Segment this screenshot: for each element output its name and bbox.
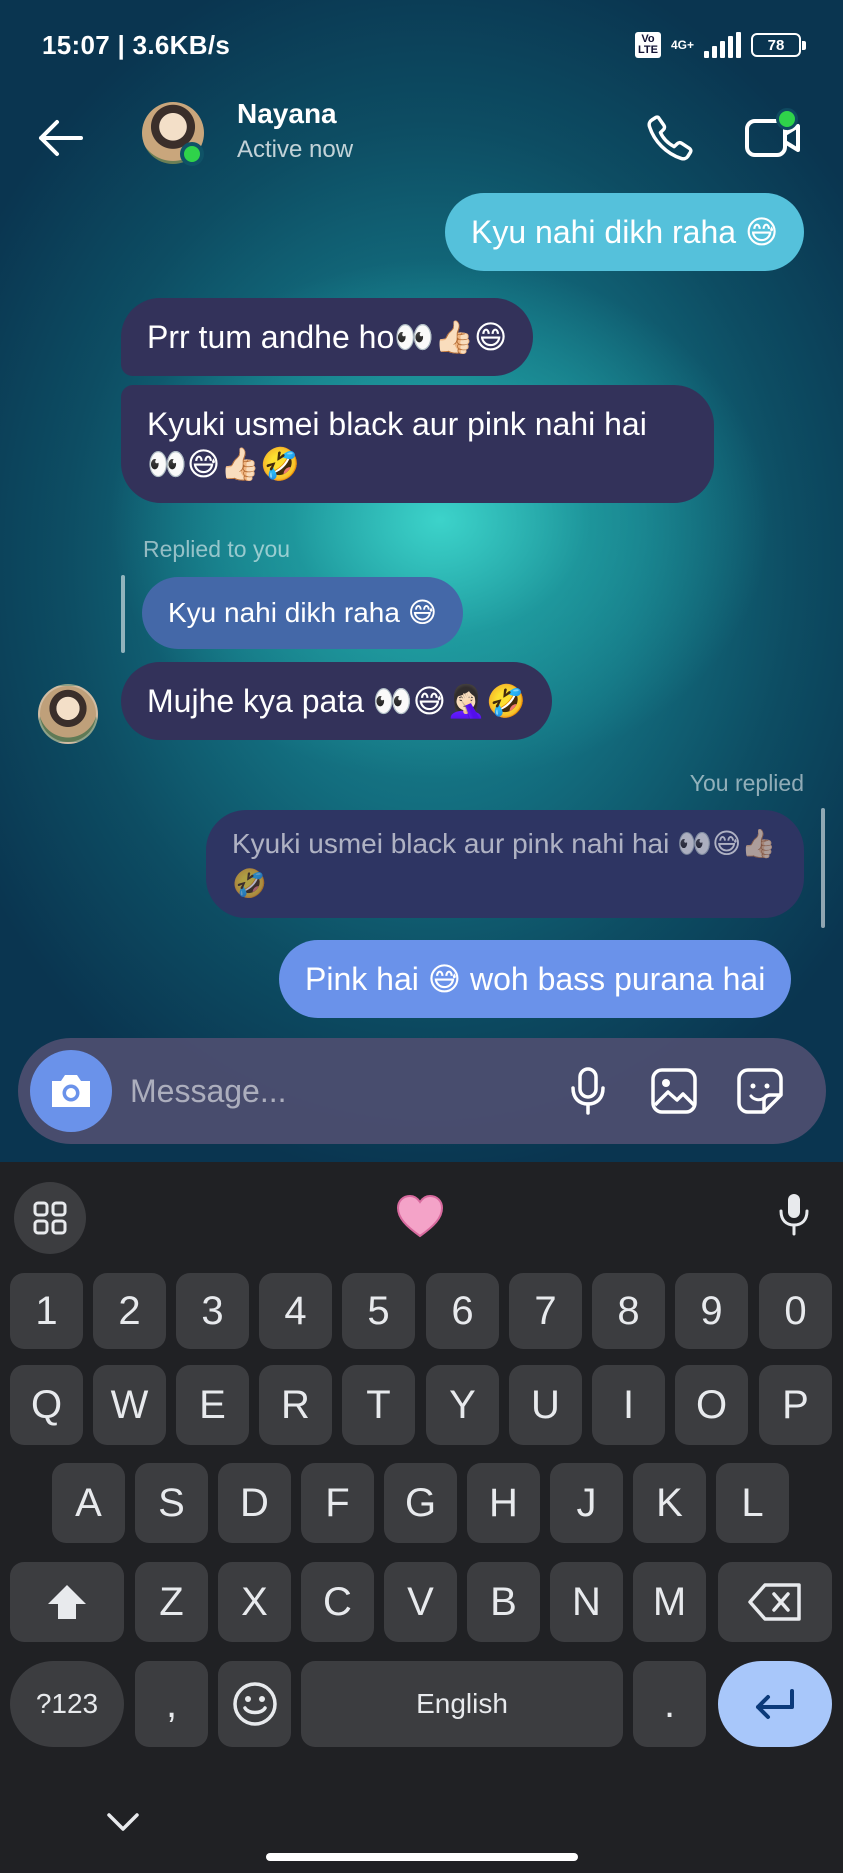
- reply-bar: [821, 808, 825, 928]
- keyboard-voice-button[interactable]: [764, 1184, 824, 1244]
- shift-icon: [48, 1585, 86, 1619]
- sticker-icon: [737, 1068, 783, 1114]
- keyboard-toolbar: [0, 1162, 843, 1262]
- online-indicator: [180, 142, 204, 166]
- key-a[interactable]: A: [52, 1463, 125, 1543]
- key-h[interactable]: H: [467, 1463, 540, 1543]
- arrow-left-icon: [39, 120, 83, 156]
- key-n[interactable]: N: [550, 1562, 623, 1642]
- grid-icon: [33, 1201, 67, 1235]
- key-j[interactable]: J: [550, 1463, 623, 1543]
- key-3[interactable]: 3: [176, 1273, 249, 1349]
- key-u[interactable]: U: [509, 1365, 582, 1445]
- video-call-button[interactable]: [740, 106, 806, 168]
- message-received[interactable]: Kyuki usmei black aur pink nahi hai 👀😅👍🏻…: [121, 385, 714, 503]
- sticker-button[interactable]: [730, 1061, 790, 1121]
- key-9[interactable]: 9: [675, 1273, 748, 1349]
- symbols-key[interactable]: ?123: [10, 1661, 124, 1747]
- key-k[interactable]: K: [633, 1463, 706, 1543]
- key-c[interactable]: C: [301, 1562, 374, 1642]
- key-5[interactable]: 5: [342, 1273, 415, 1349]
- key-r[interactable]: R: [259, 1365, 332, 1445]
- emoji-key[interactable]: [218, 1661, 291, 1747]
- key-d[interactable]: D: [218, 1463, 291, 1543]
- key-p[interactable]: P: [759, 1365, 832, 1445]
- gallery-button[interactable]: [644, 1061, 704, 1121]
- key-2[interactable]: 2: [93, 1273, 166, 1349]
- key-1[interactable]: 1: [10, 1273, 83, 1349]
- contact-name[interactable]: Nayana: [237, 98, 337, 130]
- keyboard-apps-button[interactable]: [14, 1182, 86, 1254]
- enter-icon: [756, 1689, 794, 1719]
- key-g[interactable]: G: [384, 1463, 457, 1543]
- message-input[interactable]: [130, 1064, 460, 1118]
- contact-status: Active now: [237, 136, 354, 163]
- message-received[interactable]: Mujhe kya pata 👀😅🤦🏻‍♀️🤣: [121, 662, 552, 740]
- status-bar: 15:07 | 3.6KB/s Vo LTE 4G+ 78: [0, 0, 843, 90]
- comma-key[interactable]: ,: [135, 1661, 208, 1747]
- chat-header: Nayana Active now: [0, 90, 843, 185]
- image-icon: [651, 1068, 697, 1114]
- message-sent[interactable]: Pink hai 😅 woh bass purana hai: [279, 940, 792, 1018]
- key-8[interactable]: 8: [592, 1273, 665, 1349]
- key-y[interactable]: Y: [426, 1365, 499, 1445]
- key-0[interactable]: 0: [759, 1273, 832, 1349]
- hide-keyboard-button[interactable]: [100, 1802, 146, 1842]
- key-x[interactable]: X: [218, 1562, 291, 1642]
- chat-background: 15:07 | 3.6KB/s Vo LTE 4G+ 78 Nayana Acti…: [0, 0, 843, 1162]
- reply-label: Replied to you: [143, 536, 291, 562]
- message-composer: [18, 1038, 826, 1144]
- backspace-key[interactable]: [718, 1562, 832, 1642]
- key-e[interactable]: E: [176, 1365, 249, 1445]
- key-i[interactable]: I: [592, 1365, 665, 1445]
- volte-icon: Vo LTE: [635, 32, 661, 58]
- period-key[interactable]: .: [633, 1661, 706, 1747]
- pink-heart-icon: [396, 1194, 444, 1238]
- chevron-down-icon: [107, 1813, 139, 1831]
- microphone-icon: [779, 1194, 809, 1236]
- microphone-icon: [571, 1067, 605, 1115]
- quoted-message[interactable]: Kyu nahi dikh raha 😅: [142, 577, 463, 649]
- signal-icon: [704, 32, 741, 58]
- message-received[interactable]: Prr tum andhe ho👀👍🏻😄: [121, 298, 534, 376]
- key-l[interactable]: L: [716, 1463, 789, 1543]
- key-4[interactable]: 4: [259, 1273, 332, 1349]
- backspace-icon: [748, 1583, 801, 1621]
- key-z[interactable]: Z: [135, 1562, 208, 1642]
- key-m[interactable]: M: [633, 1562, 706, 1642]
- key-w[interactable]: W: [93, 1365, 166, 1445]
- keyboard: 1 2 3 4 5 6 7 8 9 0 Q W E R T Y U I O P …: [0, 1162, 843, 1873]
- key-b[interactable]: B: [467, 1562, 540, 1642]
- phone-icon: [647, 115, 693, 161]
- battery-icon: 78: [751, 33, 806, 57]
- key-f[interactable]: F: [301, 1463, 374, 1543]
- camera-icon: [52, 1075, 90, 1107]
- key-7[interactable]: 7: [509, 1273, 582, 1349]
- status-icons: Vo LTE 4G+ 78: [635, 32, 806, 58]
- key-6[interactable]: 6: [426, 1273, 499, 1349]
- key-v[interactable]: V: [384, 1562, 457, 1642]
- reply-label: You replied: [689, 770, 804, 796]
- contact-avatar-small[interactable]: [38, 684, 98, 744]
- smiley-icon: [232, 1682, 277, 1726]
- emoji-suggestion[interactable]: [392, 1188, 448, 1244]
- enter-key[interactable]: [718, 1661, 832, 1747]
- key-t[interactable]: T: [342, 1365, 415, 1445]
- home-indicator[interactable]: [266, 1853, 578, 1861]
- reply-bar: [121, 575, 125, 653]
- key-q[interactable]: Q: [10, 1365, 83, 1445]
- key-o[interactable]: O: [675, 1365, 748, 1445]
- key-s[interactable]: S: [135, 1463, 208, 1543]
- voice-call-button[interactable]: [640, 108, 700, 168]
- status-time: 15:07 | 3.6KB/s: [42, 29, 231, 60]
- voice-message-button[interactable]: [558, 1061, 618, 1121]
- shift-key[interactable]: [10, 1562, 124, 1642]
- camera-button[interactable]: [30, 1050, 112, 1132]
- message-sent[interactable]: Kyu nahi dikh raha 😅: [445, 193, 805, 271]
- back-button[interactable]: [32, 112, 88, 164]
- network-type: 4G+: [670, 38, 694, 52]
- quoted-message[interactable]: Kyuki usmei black aur pink nahi hai 👀😅👍🏻…: [206, 810, 804, 918]
- space-key[interactable]: English: [301, 1661, 623, 1747]
- video-active-dot: [776, 108, 798, 130]
